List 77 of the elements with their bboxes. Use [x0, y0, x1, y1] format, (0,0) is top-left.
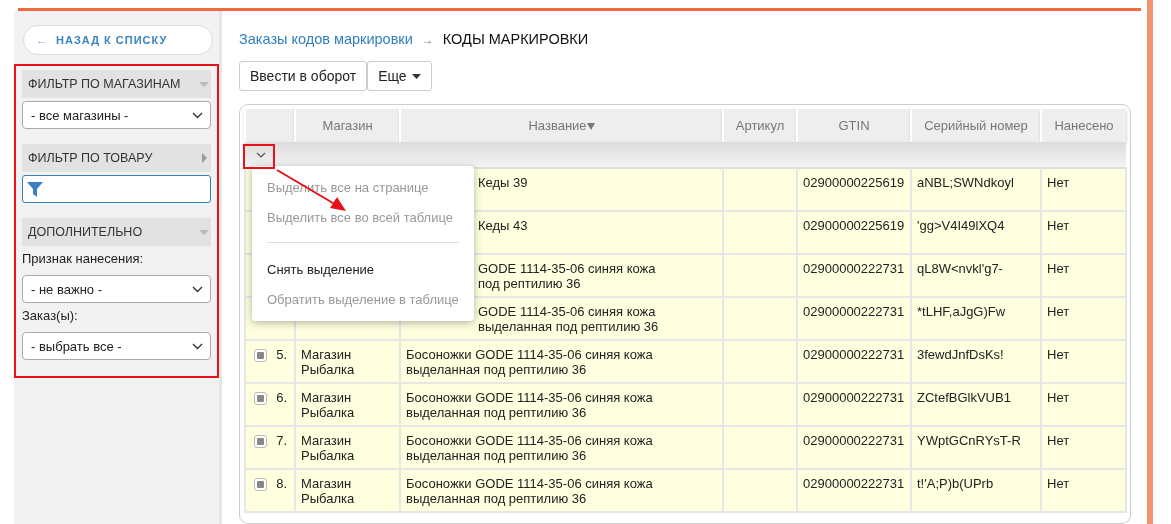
caret-down-icon [199, 227, 209, 237]
table-cell: 02900000222731 [803, 390, 905, 405]
table-cell: 02900000222731 [803, 347, 905, 362]
row-checkbox[interactable] [254, 392, 267, 406]
section-header[interactable]: ФИЛЬТР ПО ТОВАРУ [22, 144, 211, 172]
table-cell: aNBL;SWNdkoyl [917, 175, 1014, 190]
table-cell: *tLHF,aJgG)Fw [917, 304, 1006, 319]
table-cell: Нет [1047, 476, 1070, 491]
select-field[interactable]: - не важно - [22, 275, 211, 303]
table-cell-text: GODE 1114-35-06 синяя кожа под рептилию 36 [478, 261, 657, 291]
table-cell-text: Босоножки GODE 1114-35-06 синяя кожа выделанная под рептилию 36 [406, 347, 654, 377]
column-header [245, 109, 295, 142]
table-cell-text: Магазин Рыбалка [301, 347, 356, 377]
row-checkbox[interactable] [254, 349, 267, 363]
chevron-down-icon [192, 285, 203, 293]
table-cell: Нет [1047, 261, 1070, 276]
table-cell: 02900000225619 [803, 175, 905, 190]
more-dropdown-button[interactable]: Еще [367, 61, 432, 91]
table-cell: Нет [1047, 390, 1070, 405]
highlight-frame [243, 144, 275, 169]
section-header[interactable]: ФИЛЬТР ПО МАГАЗИНАМ [22, 70, 211, 98]
row-number: 8. [276, 476, 287, 491]
table-cell: 'gg>V4I49lXQ4 [917, 218, 1005, 233]
field-label: Признак нанесения: [22, 251, 145, 266]
table-cell-text: GODE 1114-35-06 синяя кожа выделанная под рептилию 36 [478, 304, 660, 334]
table-cell: 02900000222731 [803, 476, 905, 491]
table-cell-text: Босоножки GODE 1114-35-06 синяя кожа выделанная под рептилию 36 [406, 433, 654, 463]
chevron-down-icon [192, 342, 203, 350]
table-cell-text: Магазин Рыбалка [301, 476, 356, 506]
column-header[interactable]: Артикул [723, 109, 797, 142]
table-cell-text: Босоножки GODE 1114-35-06 синяя кожа выделанная под рептилию 36 [406, 390, 654, 420]
caret-right-icon [199, 153, 209, 163]
row-number: 7. [276, 433, 287, 448]
breadcrumb-separator: → [421, 33, 434, 47]
page-title: КОДЫ МАРКИРОВКИ [442, 31, 589, 47]
column-header[interactable]: Нанесено [1041, 109, 1126, 142]
table-cell: 02900000222731 [803, 433, 905, 448]
table-cell-text: Кеды 43 [478, 218, 529, 233]
table-cell: 02900000222731 [803, 261, 905, 276]
select-field[interactable]: - выбрать все - [22, 332, 211, 360]
row-number: 5. [276, 347, 287, 362]
table-cell-text: Магазин Рыбалка [301, 433, 356, 463]
menu-item[interactable]: Снять выделение [252, 255, 474, 285]
column-header[interactable]: Магазин [295, 109, 400, 142]
chevron-down-icon [192, 111, 203, 119]
table-cell-text: Кеды 39 [478, 175, 529, 190]
table-cell: Нет [1047, 304, 1070, 319]
table-cell: 02900000225619 [803, 218, 905, 233]
table-cell: 3fewdJnfDsKs! [917, 347, 1004, 362]
table-cell: qL8W<nvkl'g7- [917, 261, 1003, 276]
breadcrumb-link[interactable]: Заказы кодов маркировки [239, 31, 413, 47]
section-header[interactable]: ДОПОЛНИТЕЛЬНО [22, 218, 211, 246]
caret-down-icon [411, 73, 421, 79]
column-header[interactable]: GTIN [797, 109, 911, 142]
action-button[interactable]: Ввести в оборот [239, 61, 368, 91]
sort-down-icon [586, 122, 595, 130]
select-field[interactable]: - все магазины - [22, 101, 211, 129]
table-cell: Нет [1047, 175, 1070, 190]
field-label: Заказ(ы): [22, 308, 79, 323]
table-cell: ZCtefBGlkVUB1 [917, 390, 1011, 405]
table-cell: t!'A;P)b(UPrb [917, 476, 994, 491]
table-cell: Нет [1047, 218, 1070, 233]
column-header[interactable]: Название [400, 109, 723, 142]
back-button[interactable]: ← НАЗАД К СПИСКУ [23, 25, 213, 55]
caret-down-icon [199, 79, 209, 89]
table-cell: Нет [1047, 347, 1070, 362]
row-number: 6. [276, 390, 287, 405]
table-cell: YWptGCnRYsT-R [917, 433, 1021, 448]
filter-field[interactable] [22, 175, 211, 203]
table-cell: Нет [1047, 433, 1070, 448]
filter-icon [27, 181, 43, 197]
row-checkbox[interactable] [254, 435, 267, 449]
table-cell-text: Магазин Рыбалка [301, 390, 356, 420]
table-cell-text: Босоножки GODE 1114-35-06 синяя кожа выделанная под рептилию 36 [406, 476, 654, 506]
column-header[interactable]: Серийный номер [911, 109, 1041, 142]
row-checkbox[interactable] [254, 478, 267, 492]
table-cell: 02900000222731 [803, 304, 905, 319]
